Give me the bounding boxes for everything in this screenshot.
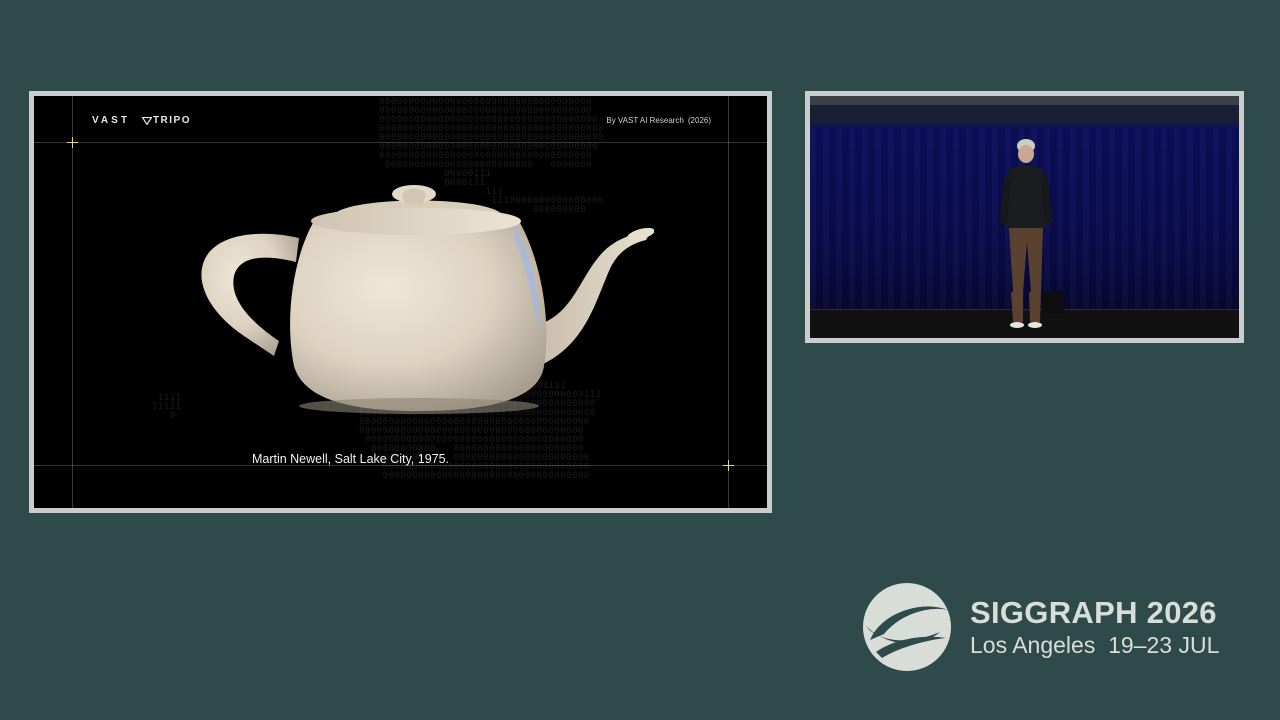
conference-city: Los Angeles	[970, 631, 1096, 658]
guide-line-right	[728, 96, 729, 508]
conference-dates: 19–23 JUL	[1108, 631, 1220, 658]
stage-video	[810, 96, 1239, 338]
vast-wordmark: VAST	[92, 115, 130, 126]
binary-pattern: 1111 11111 0	[152, 393, 182, 421]
vast-tripo-logo: VAST TRIPO	[92, 115, 191, 126]
slide-canvas: 000000000000000000000000000000000000 000…	[34, 96, 767, 508]
credit-text: By VAST AI Research	[606, 116, 684, 125]
credit-year: (2026)	[687, 116, 711, 125]
tripo-label: TRIPO	[152, 115, 191, 126]
siggraph-mark-icon	[863, 583, 951, 671]
stage-monitor	[1042, 291, 1064, 313]
utah-teapot-illustration	[201, 185, 654, 414]
crosshair-icon	[67, 137, 78, 148]
slide-caption: Martin Newell, Salt Lake City, 1975.	[34, 452, 767, 466]
credit-line: By VAST AI Research (2026)	[606, 116, 711, 125]
slide-panel: 000000000000000000000000000000000000 000…	[29, 91, 772, 513]
tripo-triangle-icon	[141, 116, 152, 125]
conference-location-dates: Los Angeles 19–23 JUL	[970, 631, 1219, 659]
conference-name: SIGGRAPH 2026	[970, 594, 1217, 630]
siggraph-logo: SIGGRAPH 2026 Los Angeles 19–23 JUL	[862, 582, 1219, 672]
tripo-wordmark: TRIPO	[141, 115, 191, 126]
stage-ceiling	[810, 96, 1239, 105]
speaker-camera-panel	[805, 91, 1244, 343]
guide-line-left	[72, 96, 73, 508]
caption-text: Martin Newell, Salt Lake City, 1975.	[251, 452, 450, 466]
siggraph-wordmark: SIGGRAPH 2026 Los Angeles 19–23 JUL	[970, 594, 1219, 659]
